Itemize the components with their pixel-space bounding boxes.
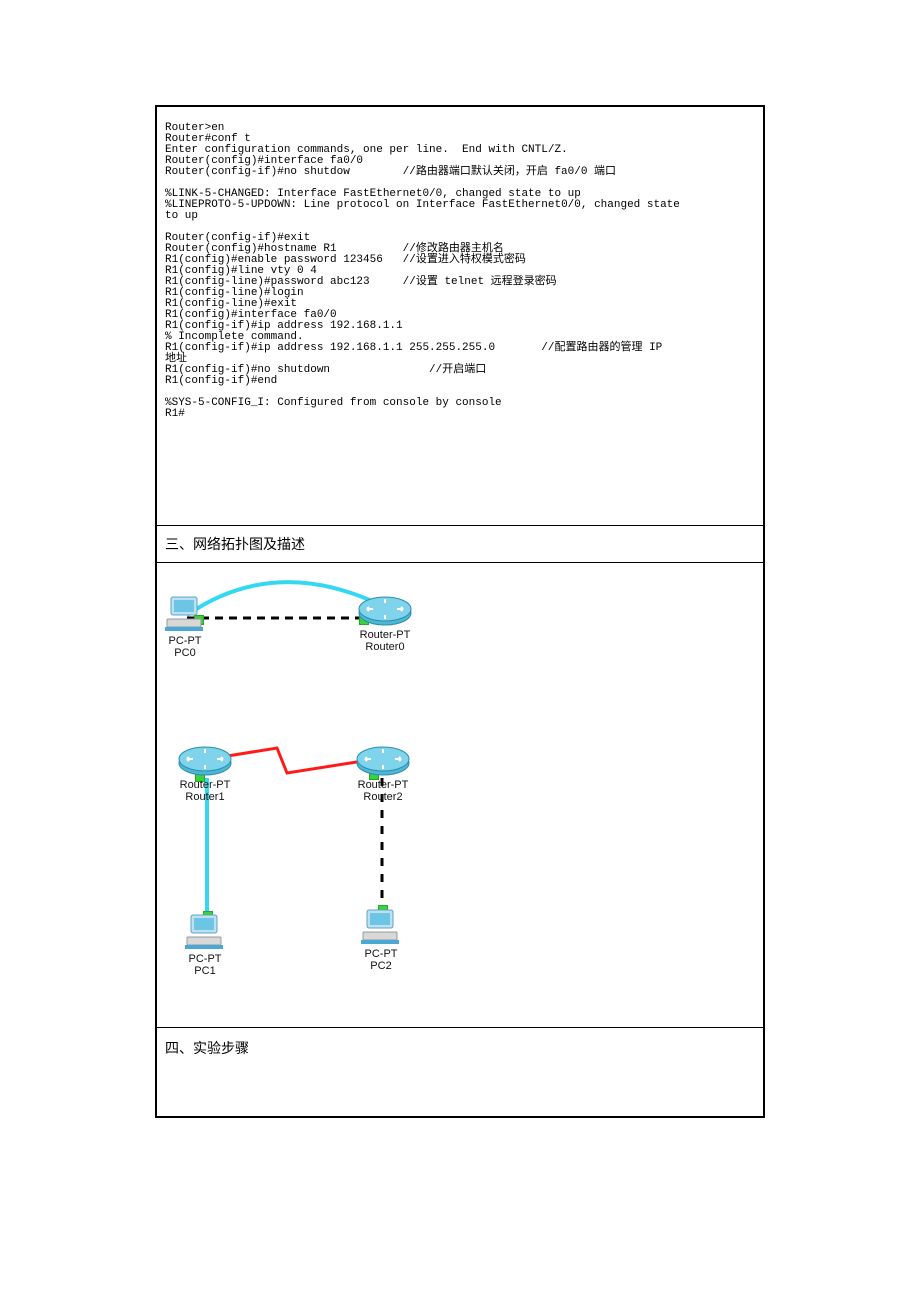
device-pc2: PC-PT PC2 — [361, 908, 401, 972]
device-host-label: PC1 — [185, 965, 225, 977]
device-host-label: PC2 — [361, 960, 401, 972]
pc-icon — [185, 913, 225, 951]
device-host-label: Router1 — [177, 791, 233, 803]
section-4-heading: 四、实验步骤 — [157, 1028, 763, 1116]
topology-diagram: PC-PT PC0 Router-PT Router0 — [157, 563, 763, 1028]
device-router0: Router-PT Router0 — [357, 593, 413, 653]
router-icon — [177, 743, 233, 777]
device-pc1: PC-PT PC1 — [185, 913, 225, 977]
router-icon — [355, 743, 411, 777]
device-type-label: PC-PT — [165, 635, 205, 647]
section-3-heading: 三、网络拓扑图及描述 — [157, 526, 763, 563]
device-type-label: Router-PT — [177, 779, 233, 791]
pc-icon — [361, 908, 401, 946]
device-type-label: PC-PT — [185, 953, 225, 965]
document-page: Router>en Router#conf t Enter configurat… — [155, 105, 765, 1118]
pc-icon — [165, 595, 205, 633]
device-type-label: Router-PT — [355, 779, 411, 791]
device-host-label: PC0 — [165, 647, 205, 659]
device-router2: Router-PT Router2 — [355, 743, 411, 803]
router-icon — [357, 593, 413, 627]
cli-output: Router>en Router#conf t Enter configurat… — [165, 123, 755, 513]
device-host-label: Router2 — [355, 791, 411, 803]
device-type-label: PC-PT — [361, 948, 401, 960]
device-router1: Router-PT Router1 — [177, 743, 233, 803]
device-type-label: Router-PT — [357, 629, 413, 641]
cli-output-cell: Router>en Router#conf t Enter configurat… — [157, 107, 763, 526]
device-host-label: Router0 — [357, 641, 413, 653]
device-pc0: PC-PT PC0 — [165, 595, 205, 659]
